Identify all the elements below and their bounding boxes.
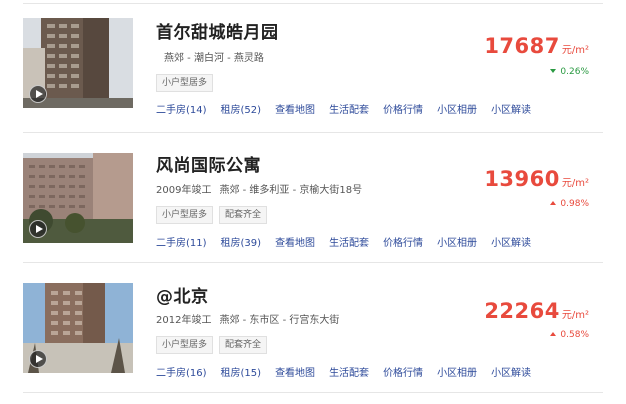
feature-tag: 配套齐全 <box>219 336 268 354</box>
price: 13960 元/m² <box>484 167 589 191</box>
price-trend-link[interactable]: 价格行情 <box>383 364 423 379</box>
community-links: 二手房(16) 租房(15) 查看地图 生活配套 价格行情 小区相册 小区解读 <box>156 364 545 379</box>
map-link[interactable]: 查看地图 <box>275 101 315 116</box>
price-unit: 元/m² <box>561 178 589 189</box>
tag-list: 小户型居多 <box>156 74 219 92</box>
price-change: 0.26% <box>550 67 589 77</box>
amenities-link[interactable]: 生活配套 <box>329 101 369 116</box>
community-location: 燕郊 - 潮白河 - 燕灵路 <box>164 53 264 64</box>
amenities-link[interactable]: 生活配套 <box>329 364 369 379</box>
change-value: 0.58% <box>560 330 589 340</box>
price: 17687 元/m² <box>484 34 589 58</box>
analysis-link[interactable]: 小区解读 <box>491 364 531 379</box>
rental-link[interactable]: 租房(52) <box>221 101 262 116</box>
analysis-link[interactable]: 小区解读 <box>491 234 531 249</box>
play-video-icon[interactable] <box>29 85 47 103</box>
price-value: 22264 <box>484 299 560 323</box>
community-photo[interactable] <box>23 283 133 373</box>
price-value: 13960 <box>484 167 560 191</box>
price-value: 17687 <box>484 34 560 58</box>
tag-list: 小户型居多 配套齐全 <box>156 336 273 354</box>
listing-divider <box>23 392 603 393</box>
feature-tag: 小户型居多 <box>156 206 214 224</box>
arrow-up-icon <box>550 331 557 336</box>
community-links: 二手房(14) 租房(52) 查看地图 生活配套 价格行情 小区相册 小区解读 <box>156 101 545 116</box>
arrow-up-icon <box>550 200 557 205</box>
album-link[interactable]: 小区相册 <box>437 101 477 116</box>
album-link[interactable]: 小区相册 <box>437 234 477 249</box>
change-value: 0.26% <box>560 67 589 77</box>
arrow-down-icon <box>550 68 557 73</box>
amenities-link[interactable]: 生活配套 <box>329 234 369 249</box>
community-links: 二手房(11) 租房(39) 查看地图 生活配套 价格行情 小区相册 小区解读 <box>156 234 545 249</box>
price-trend-link[interactable]: 价格行情 <box>383 234 423 249</box>
change-value: 0.98% <box>560 199 589 209</box>
community-photo[interactable] <box>23 18 133 108</box>
completion-year: 2012年竣工 <box>156 315 212 326</box>
rental-link[interactable]: 租房(39) <box>221 234 262 249</box>
price: 22264 元/m² <box>484 299 589 323</box>
rental-link[interactable]: 租房(15) <box>221 364 262 379</box>
price-unit: 元/m² <box>561 310 589 321</box>
community-info: 2012年竣工 燕郊 - 东市区 - 行宫东大街 <box>156 311 339 326</box>
price-change: 0.58% <box>550 330 589 340</box>
community-location: 燕郊 - 东市区 - 行宫东大街 <box>219 315 340 326</box>
price-change: 0.98% <box>550 199 589 209</box>
feature-tag: 小户型居多 <box>156 336 214 354</box>
listing-card: 首尔甜城皓月园 燕郊 - 潮白河 - 燕灵路 小户型居多 二手房(14) 租房(5… <box>23 3 603 133</box>
feature-tag: 配套齐全 <box>219 206 268 224</box>
completion-year: 2009年竣工 <box>156 185 212 196</box>
community-info: 燕郊 - 潮白河 - 燕灵路 <box>156 49 264 64</box>
analysis-link[interactable]: 小区解读 <box>491 101 531 116</box>
secondhand-link[interactable]: 二手房(14) <box>156 101 207 116</box>
feature-tag: 小户型居多 <box>156 74 214 92</box>
price-unit: 元/m² <box>561 45 589 56</box>
map-link[interactable]: 查看地图 <box>275 364 315 379</box>
tag-list: 小户型居多 配套齐全 <box>156 206 273 224</box>
play-video-icon[interactable] <box>29 220 47 238</box>
community-location: 燕郊 - 维多利亚 - 京榆大街18号 <box>219 185 363 196</box>
secondhand-link[interactable]: 二手房(11) <box>156 234 207 249</box>
price-trend-link[interactable]: 价格行情 <box>383 101 423 116</box>
community-info: 2009年竣工 燕郊 - 维多利亚 - 京榆大街18号 <box>156 181 362 196</box>
listing-card: @北京 2012年竣工 燕郊 - 东市区 - 行宫东大街 小户型居多 配套齐全 二手… <box>23 263 603 393</box>
map-link[interactable]: 查看地图 <box>275 234 315 249</box>
secondhand-link[interactable]: 二手房(16) <box>156 364 207 379</box>
album-link[interactable]: 小区相册 <box>437 364 477 379</box>
community-photo[interactable] <box>23 153 133 243</box>
play-video-icon[interactable] <box>29 350 47 368</box>
community-title[interactable]: 首尔甜城皓月园 <box>156 18 279 43</box>
listing-card: 风尚国际公寓 2009年竣工 燕郊 - 维多利亚 - 京榆大街18号 小户型居多配… <box>23 133 603 263</box>
community-title[interactable]: @北京 <box>156 282 209 307</box>
community-title[interactable]: 风尚国际公寓 <box>156 151 261 176</box>
